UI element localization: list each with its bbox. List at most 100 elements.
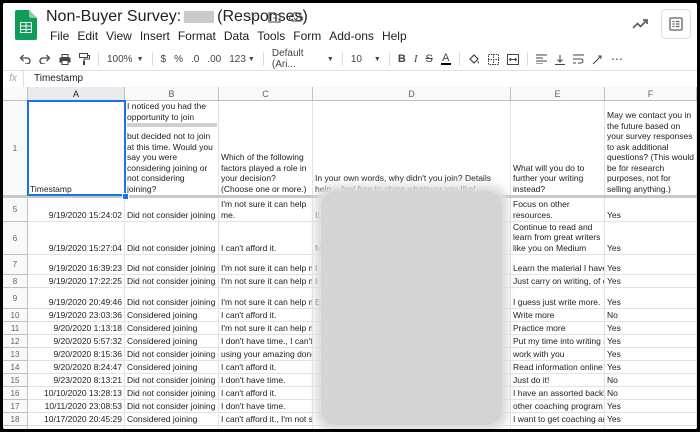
table-cell-e[interactable]: Put my time into writing n xyxy=(511,335,605,348)
table-cell-c[interactable]: I'm not sure it can help m xyxy=(219,255,313,275)
table-cell-a[interactable]: 10/24/2020 3:12:26 xyxy=(28,426,125,429)
table-cell-e[interactable]: I guess just write more. xyxy=(511,288,605,309)
table-cell-f[interactable]: Yes xyxy=(605,288,697,309)
header-cell-a[interactable]: Timestamp xyxy=(28,101,125,196)
header-cell-b[interactable]: I noticed you had the opportunity to joi… xyxy=(125,101,219,196)
menu-format[interactable]: Format xyxy=(174,29,220,43)
table-cell-a[interactable]: 9/19/2020 15:27:04 xyxy=(28,222,125,255)
row-header[interactable]: 12 xyxy=(3,335,28,348)
row-header[interactable]: 10 xyxy=(3,309,28,322)
menu-insert[interactable]: Insert xyxy=(136,29,174,43)
row-header[interactable]: 5 xyxy=(3,198,28,222)
table-cell-f[interactable]: Yes xyxy=(605,348,697,361)
table-cell-f[interactable]: No xyxy=(605,374,697,387)
table-cell-c[interactable]: I don't have time., I can't xyxy=(219,335,313,348)
table-cell-b[interactable]: Did not consider joining xyxy=(125,288,219,309)
text-wrap-icon[interactable] xyxy=(570,50,587,68)
table-cell-b[interactable]: Did not consider joining xyxy=(125,348,219,361)
menu-file[interactable]: File xyxy=(46,29,73,43)
column-header-e[interactable]: E xyxy=(511,87,605,101)
selection-fill-handle[interactable] xyxy=(122,193,129,200)
linked-form-button[interactable] xyxy=(661,9,691,39)
sheets-logo-icon[interactable] xyxy=(15,10,37,40)
table-cell-e[interactable]: Focus on other resources. xyxy=(511,198,605,222)
table-cell-a[interactable]: 10/11/2020 23:08:53 xyxy=(28,400,125,413)
table-cell-b[interactable]: Did not consider joining xyxy=(125,255,219,275)
table-cell-a[interactable]: 9/20/2020 8:15:36 xyxy=(28,348,125,361)
table-cell-c[interactable]: I'm not sure it can help m xyxy=(219,322,313,335)
header-cell-f[interactable]: May we contact you in the future based o… xyxy=(605,101,697,196)
table-cell-e[interactable]: Read information online a xyxy=(511,361,605,374)
paint-format-icon[interactable] xyxy=(76,50,93,68)
table-cell-a[interactable]: 9/19/2020 16:39:23 xyxy=(28,255,125,275)
table-cell-c[interactable]: I can't afford it. xyxy=(219,361,313,374)
decrease-decimal-button[interactable]: .0 xyxy=(188,50,202,68)
column-header-d[interactable]: D xyxy=(313,87,511,101)
percent-format-button[interactable]: % xyxy=(171,50,186,68)
table-cell-b[interactable]: Considered joining xyxy=(125,426,219,429)
borders-icon[interactable] xyxy=(485,50,502,68)
table-cell-a[interactable]: 9/19/2020 20:49:46 xyxy=(28,288,125,309)
table-cell-a[interactable]: 9/19/2020 17:22:25 xyxy=(28,275,125,288)
row-header[interactable]: 18 xyxy=(3,413,28,426)
menu-view[interactable]: View xyxy=(102,29,136,43)
table-cell-e[interactable]: Learn the material I have xyxy=(511,255,605,275)
menu-tools[interactable]: Tools xyxy=(253,29,289,43)
table-cell-e[interactable]: Continue to read and learn from great wr… xyxy=(511,222,605,255)
table-cell-a[interactable]: 9/19/2020 23:03:36 xyxy=(28,309,125,322)
table-cell-a[interactable]: 10/17/2020 20:45:29 xyxy=(28,413,125,426)
menu-data[interactable]: Data xyxy=(220,29,253,43)
table-cell-c[interactable]: I can't afford it. xyxy=(219,309,313,322)
table-cell-f[interactable]: No xyxy=(605,387,697,400)
strikethrough-button[interactable]: S xyxy=(422,50,435,68)
table-cell-f[interactable]: Yes xyxy=(605,222,697,255)
menu-edit[interactable]: Edit xyxy=(73,29,102,43)
table-cell-b[interactable]: Considered joining xyxy=(125,413,219,426)
more-formats-button[interactable]: 123 ▼ xyxy=(226,50,258,68)
row-header[interactable]: 16 xyxy=(3,387,28,400)
table-cell-a[interactable]: 9/19/2020 15:24:02 xyxy=(28,198,125,222)
table-cell-b[interactable]: Considered joining xyxy=(125,361,219,374)
table-cell-f[interactable]: Yes xyxy=(605,413,697,426)
table-cell-f[interactable]: Yes xyxy=(605,335,697,348)
activity-trend-icon[interactable] xyxy=(625,10,655,38)
move-folder-icon[interactable] xyxy=(267,10,281,24)
table-cell-c[interactable]: I don't have time. xyxy=(219,400,313,413)
table-cell-c[interactable]: I'm not sure it can help m xyxy=(219,275,313,288)
font-size-select[interactable]: 10 ▼ xyxy=(348,50,384,68)
table-cell-c[interactable]: I'm not sure it can help m xyxy=(219,288,313,309)
row-header-1[interactable]: 1 xyxy=(3,101,28,196)
table-cell-c[interactable]: I can't afford it., I'm not si xyxy=(219,413,313,426)
italic-button[interactable]: I xyxy=(411,50,421,68)
table-cell-a[interactable]: 10/10/2020 13:28:13 xyxy=(28,387,125,400)
row-header[interactable]: 19 xyxy=(3,426,28,429)
undo-icon[interactable] xyxy=(16,50,34,68)
table-cell-e[interactable]: Just carry on writing, of c xyxy=(511,275,605,288)
row-header[interactable]: 8 xyxy=(3,275,28,288)
table-cell-e[interactable]: other coaching program xyxy=(511,400,605,413)
column-header-a[interactable]: A xyxy=(28,87,125,101)
row-header[interactable]: 14 xyxy=(3,361,28,374)
bold-button[interactable]: B xyxy=(395,50,409,68)
table-cell-e[interactable]: I want to get coaching an xyxy=(511,413,605,426)
print-icon[interactable] xyxy=(56,50,74,68)
row-header[interactable]: 17 xyxy=(3,400,28,413)
table-cell-a[interactable]: 9/20/2020 8:24:47 xyxy=(28,361,125,374)
menu-addons[interactable]: Add-ons xyxy=(325,29,378,43)
table-cell-c[interactable]: I'm not sure it can help me. xyxy=(219,198,313,222)
table-cell-e[interactable]: Just do it! xyxy=(511,374,605,387)
table-cell-f[interactable]: Yes xyxy=(605,426,697,429)
menu-form[interactable]: Form xyxy=(289,29,325,43)
header-cell-e[interactable]: What will you do to further your writing… xyxy=(511,101,605,196)
star-icon[interactable]: ☆ xyxy=(245,9,259,24)
table-cell-c[interactable]: I can't afford it. xyxy=(219,387,313,400)
increase-decimal-button[interactable]: .00 xyxy=(204,50,224,68)
table-cell-f[interactable]: Yes xyxy=(605,255,697,275)
vertical-align-icon[interactable] xyxy=(552,50,568,68)
table-cell-f[interactable]: Yes xyxy=(605,361,697,374)
select-all-corner[interactable] xyxy=(3,87,28,101)
menu-help[interactable]: Help xyxy=(378,29,411,43)
row-header[interactable]: 7 xyxy=(3,255,28,275)
text-rotation-icon[interactable] xyxy=(589,50,606,68)
table-cell-c[interactable]: I don't have time. xyxy=(219,374,313,387)
